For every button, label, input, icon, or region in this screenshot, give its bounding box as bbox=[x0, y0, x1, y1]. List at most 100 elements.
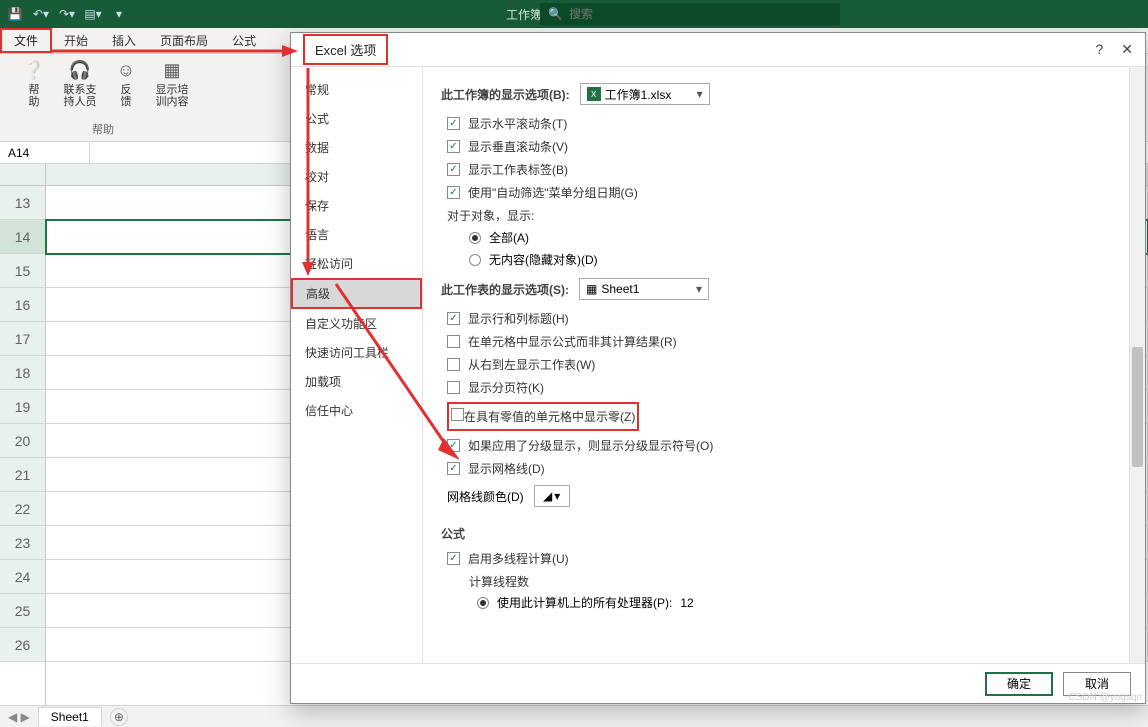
sheet-tab[interactable]: Sheet1 bbox=[38, 707, 102, 726]
nav-item[interactable]: 常规 bbox=[291, 75, 422, 104]
training-icon: ▦ bbox=[160, 58, 184, 82]
nav-item[interactable]: 快速访问工具栏 bbox=[291, 338, 422, 367]
tab-page-layout[interactable]: 页面布局 bbox=[148, 28, 220, 53]
search-input[interactable] bbox=[569, 7, 832, 21]
row-header[interactable]: 21 bbox=[0, 458, 45, 492]
close-icon[interactable]: ✕ bbox=[1121, 41, 1133, 58]
row-header[interactable]: 26 bbox=[0, 628, 45, 662]
option-label: 使用"自动筛选"菜单分组日期(G) bbox=[468, 184, 638, 201]
chevron-down-icon: ▾ bbox=[697, 87, 703, 101]
touch-mode-icon[interactable]: ▤▾ bbox=[84, 5, 102, 23]
show-training-button[interactable]: ▦ 显示培训内容 bbox=[152, 58, 192, 108]
dialog-titlebar: Excel 选项 ? ✕ bbox=[291, 33, 1145, 67]
watermark: CSDN @yngsqn bbox=[1068, 692, 1142, 703]
option-label: 如果应用了分级显示，则显示分级显示符号(O) bbox=[468, 437, 713, 454]
nav-item[interactable]: 语言 bbox=[291, 220, 422, 249]
checkbox[interactable] bbox=[447, 312, 460, 325]
option-label: 显示水平滚动条(T) bbox=[468, 115, 567, 132]
dialog-scrollbar[interactable] bbox=[1129, 67, 1145, 663]
qat-dropdown-icon[interactable]: ▾ bbox=[110, 5, 128, 23]
row-header[interactable]: 15 bbox=[0, 254, 45, 288]
radio[interactable] bbox=[469, 254, 481, 266]
search-icon: 🔍 bbox=[548, 7, 563, 21]
help-button[interactable]: ❔ 帮助 bbox=[14, 58, 54, 108]
quick-access-toolbar: 💾 ↶▾ ↷▾ ▤▾ ▾ bbox=[6, 5, 128, 23]
processors-label: 使用此计算机上的所有处理器(P): bbox=[497, 594, 672, 611]
checkbox[interactable] bbox=[447, 163, 460, 176]
tab-file[interactable]: 文件 bbox=[0, 28, 52, 53]
help-icon[interactable]: ? bbox=[1095, 41, 1103, 58]
checkbox[interactable] bbox=[447, 117, 460, 130]
tab-home[interactable]: 开始 bbox=[52, 28, 100, 53]
option-label: 显示网格线(D) bbox=[468, 460, 545, 477]
row-header[interactable]: 22 bbox=[0, 492, 45, 526]
option-label: 显示分页符(K) bbox=[468, 379, 544, 396]
select-all-corner[interactable] bbox=[0, 164, 46, 186]
row-header[interactable]: 20 bbox=[0, 424, 45, 458]
objects-label: 对于对象，显示: bbox=[447, 207, 1127, 224]
row-header[interactable]: 14 bbox=[0, 220, 45, 254]
sheet-nav[interactable]: ◀ ▶ bbox=[8, 710, 30, 724]
row-header[interactable]: 19 bbox=[0, 390, 45, 424]
scrollbar-thumb[interactable] bbox=[1132, 347, 1143, 467]
processors-value: 12 bbox=[680, 596, 693, 610]
checkbox[interactable] bbox=[447, 381, 460, 394]
nav-item[interactable]: 轻松访问 bbox=[291, 249, 422, 278]
undo-icon[interactable]: ↶▾ bbox=[32, 5, 50, 23]
sheet-tab-bar: ◀ ▶ Sheet1 ⊕ bbox=[0, 705, 1148, 727]
checkbox[interactable] bbox=[447, 140, 460, 153]
tab-insert[interactable]: 插入 bbox=[100, 28, 148, 53]
checkbox[interactable] bbox=[447, 186, 460, 199]
nav-item[interactable]: 数据 bbox=[291, 133, 422, 162]
gridline-color-combo[interactable]: ◢ ▾ bbox=[534, 485, 570, 507]
row-header[interactable]: 24 bbox=[0, 560, 45, 594]
row-header[interactable]: 16 bbox=[0, 288, 45, 322]
ribbon-group-help: ❔ 帮助 🎧 联系支持人员 ☺ 反馈 ▦ 显示培训内容 帮助 bbox=[8, 58, 198, 137]
row-header[interactable]: 13 bbox=[0, 186, 45, 220]
nav-item[interactable]: 公式 bbox=[291, 104, 422, 133]
multithread-checkbox[interactable] bbox=[447, 552, 460, 565]
titlebar: 💾 ↶▾ ↷▾ ▤▾ ▾ 工作簿1.xlsx - Excel 🔍 bbox=[0, 0, 1148, 28]
nav-item[interactable]: 校对 bbox=[291, 162, 422, 191]
add-sheet-button[interactable]: ⊕ bbox=[110, 708, 128, 726]
row-header[interactable]: 17 bbox=[0, 322, 45, 356]
worksheet-combo[interactable]: ▦ Sheet1 ▾ bbox=[579, 278, 709, 300]
checkbox[interactable] bbox=[447, 439, 460, 452]
feedback-button[interactable]: ☺ 反馈 bbox=[106, 58, 146, 108]
name-box[interactable]: A14 bbox=[0, 142, 90, 163]
nav-item[interactable]: 自定义功能区 bbox=[291, 309, 422, 338]
checkbox[interactable] bbox=[447, 358, 460, 371]
feedback-icon: ☺ bbox=[114, 58, 138, 82]
dialog-footer: 确定 取消 bbox=[291, 663, 1145, 703]
ok-button[interactable]: 确定 bbox=[985, 672, 1053, 696]
multithread-label: 启用多线程计算(U) bbox=[468, 550, 569, 567]
search-box[interactable]: 🔍 bbox=[540, 3, 840, 25]
checkbox[interactable] bbox=[447, 462, 460, 475]
redo-icon[interactable]: ↷▾ bbox=[58, 5, 76, 23]
chevron-down-icon: ▾ bbox=[554, 489, 560, 503]
row-header[interactable]: 25 bbox=[0, 594, 45, 628]
nav-item[interactable]: 信任中心 bbox=[291, 396, 422, 425]
excel-options-dialog: Excel 选项 ? ✕ 常规公式数据校对保存语言轻松访问高级自定义功能区快速访… bbox=[290, 32, 1146, 704]
worksheet-display-label: 此工作表的显示选项(S): bbox=[441, 281, 569, 298]
tab-formulas[interactable]: 公式 bbox=[220, 28, 268, 53]
chevron-down-icon: ▾ bbox=[696, 282, 702, 296]
all-processors-radio[interactable] bbox=[477, 597, 489, 609]
radio[interactable] bbox=[469, 232, 481, 244]
save-icon[interactable]: 💾 bbox=[6, 5, 24, 23]
dialog-content: 此工作簿的显示选项(B): X 工作簿1.xlsx ▾ 显示水平滚动条(T) 显示… bbox=[423, 67, 1145, 663]
paint-icon: ◢ bbox=[543, 489, 552, 503]
checkbox[interactable] bbox=[451, 408, 464, 421]
workbook-combo[interactable]: X 工作簿1.xlsx ▾ bbox=[580, 83, 710, 105]
contact-support-button[interactable]: 🎧 联系支持人员 bbox=[60, 58, 100, 108]
gridline-color-label: 网格线颜色(D) bbox=[447, 488, 524, 505]
row-header[interactable]: 23 bbox=[0, 526, 45, 560]
row-headers: 1314151617181920212223242526 bbox=[0, 186, 46, 727]
nav-item[interactable]: 保存 bbox=[291, 191, 422, 220]
nav-item[interactable]: 加载项 bbox=[291, 367, 422, 396]
option-label: 在具有零值的单元格中显示零(Z) bbox=[464, 408, 635, 425]
workbook-display-label: 此工作簿的显示选项(B): bbox=[441, 86, 570, 103]
checkbox[interactable] bbox=[447, 335, 460, 348]
nav-item[interactable]: 高级 bbox=[291, 278, 422, 309]
row-header[interactable]: 18 bbox=[0, 356, 45, 390]
